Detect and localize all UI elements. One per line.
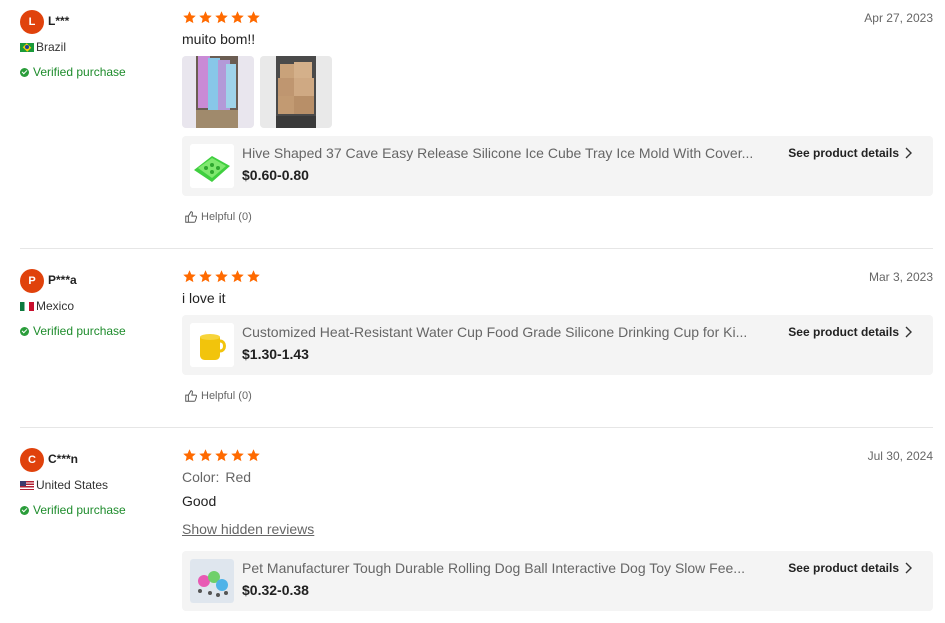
usa-flag-icon	[20, 480, 34, 490]
show-hidden-reviews-link[interactable]: Show hidden reviews	[182, 521, 314, 537]
star-rating	[182, 10, 261, 26]
avatar: P	[20, 269, 44, 293]
country-name: Mexico	[36, 299, 75, 313]
star-icon	[231, 11, 244, 24]
verified-check-icon	[20, 326, 29, 336]
see-product-details-link[interactable]: See product details	[788, 325, 899, 339]
review-item: P P***a Mexico Verified purchase Mar 3, …	[20, 269, 933, 419]
brazil-flag-icon	[20, 42, 34, 52]
chevron-right-icon	[905, 326, 912, 338]
star-icon	[231, 449, 244, 462]
helpful-label: Helpful (0)	[201, 390, 252, 402]
star-icon	[215, 270, 228, 283]
product-price: $0.60-0.80	[242, 167, 309, 183]
reviewer-name: C***n	[48, 452, 79, 466]
color-value: Red	[225, 469, 252, 485]
reviewer-country: Mexico	[20, 299, 74, 313]
thumbs-up-icon	[185, 390, 198, 402]
thumbs-up-icon	[185, 211, 198, 223]
helpful-button[interactable]: Helpful (0)	[184, 389, 252, 403]
review-date: Jul 30, 2024	[867, 449, 933, 463]
helpful-button[interactable]: Helpful (0)	[184, 210, 252, 224]
product-thumbnail	[190, 323, 234, 367]
product-thumbnail	[190, 559, 234, 603]
star-icon	[215, 11, 228, 24]
verified-check-icon	[20, 505, 29, 515]
product-title[interactable]: Hive Shaped 37 Cave Easy Release Silicon…	[242, 145, 782, 161]
helpful-label: Helpful (0)	[201, 211, 252, 223]
reviewer-name: L***	[48, 14, 70, 28]
review-item: C C***n United States Verified purchase …	[20, 448, 933, 618]
reviewer-name: P***a	[48, 273, 77, 287]
star-icon	[247, 11, 260, 24]
star-icon	[199, 270, 212, 283]
product-price: $1.30-1.43	[242, 346, 309, 362]
product-card[interactable]: Hive Shaped 37 Cave Easy Release Silicon…	[182, 136, 933, 196]
variant-color: Color: Red	[182, 469, 251, 485]
reviewer-country: United States	[20, 478, 108, 492]
review-text: i love it	[182, 290, 226, 306]
review-date: Mar 3, 2023	[868, 270, 933, 284]
star-icon	[247, 449, 260, 462]
review-item: L L*** Brazil Verified purchase Apr 27, …	[20, 10, 933, 240]
review-text: Good	[182, 493, 217, 509]
star-icon	[215, 449, 228, 462]
verified-badge: Verified purchase	[20, 324, 126, 338]
see-product-details-link[interactable]: See product details	[788, 146, 899, 160]
star-icon	[183, 270, 196, 283]
avatar: C	[20, 448, 44, 472]
verified-label: Verified purchase	[33, 324, 126, 338]
chevron-right-icon	[905, 147, 912, 159]
verified-badge: Verified purchase	[20, 65, 126, 79]
product-thumbnail	[190, 144, 234, 188]
verified-label: Verified purchase	[33, 65, 126, 79]
divider	[20, 248, 933, 249]
review-photo[interactable]	[260, 56, 332, 128]
color-label: Color:	[182, 469, 220, 485]
product-title[interactable]: Customized Heat-Resistant Water Cup Food…	[242, 324, 782, 340]
review-date: Apr 27, 2023	[864, 11, 933, 25]
product-card[interactable]: Customized Heat-Resistant Water Cup Food…	[182, 315, 933, 375]
country-name: United States	[36, 478, 109, 492]
product-price: $0.32-0.38	[242, 582, 309, 598]
country-name: Brazil	[36, 40, 67, 54]
chevron-right-icon	[905, 562, 912, 574]
star-icon	[183, 11, 196, 24]
reviewer-country: Brazil	[20, 40, 66, 54]
mexico-flag-icon	[20, 301, 34, 311]
product-card[interactable]: Pet Manufacturer Tough Durable Rolling D…	[182, 551, 933, 611]
star-icon	[247, 270, 260, 283]
star-rating	[182, 269, 261, 285]
verified-label: Verified purchase	[33, 503, 126, 517]
star-icon	[231, 270, 244, 283]
avatar: L	[20, 10, 44, 34]
see-product-details-link[interactable]: See product details	[788, 561, 899, 575]
verified-check-icon	[20, 67, 29, 77]
product-title[interactable]: Pet Manufacturer Tough Durable Rolling D…	[242, 560, 782, 576]
review-photo[interactable]	[182, 56, 254, 128]
star-rating	[182, 448, 261, 464]
verified-badge: Verified purchase	[20, 503, 126, 517]
review-text: muito bom!!	[182, 31, 256, 47]
star-icon	[183, 449, 196, 462]
star-icon	[199, 449, 212, 462]
divider	[20, 427, 933, 428]
star-icon	[199, 11, 212, 24]
